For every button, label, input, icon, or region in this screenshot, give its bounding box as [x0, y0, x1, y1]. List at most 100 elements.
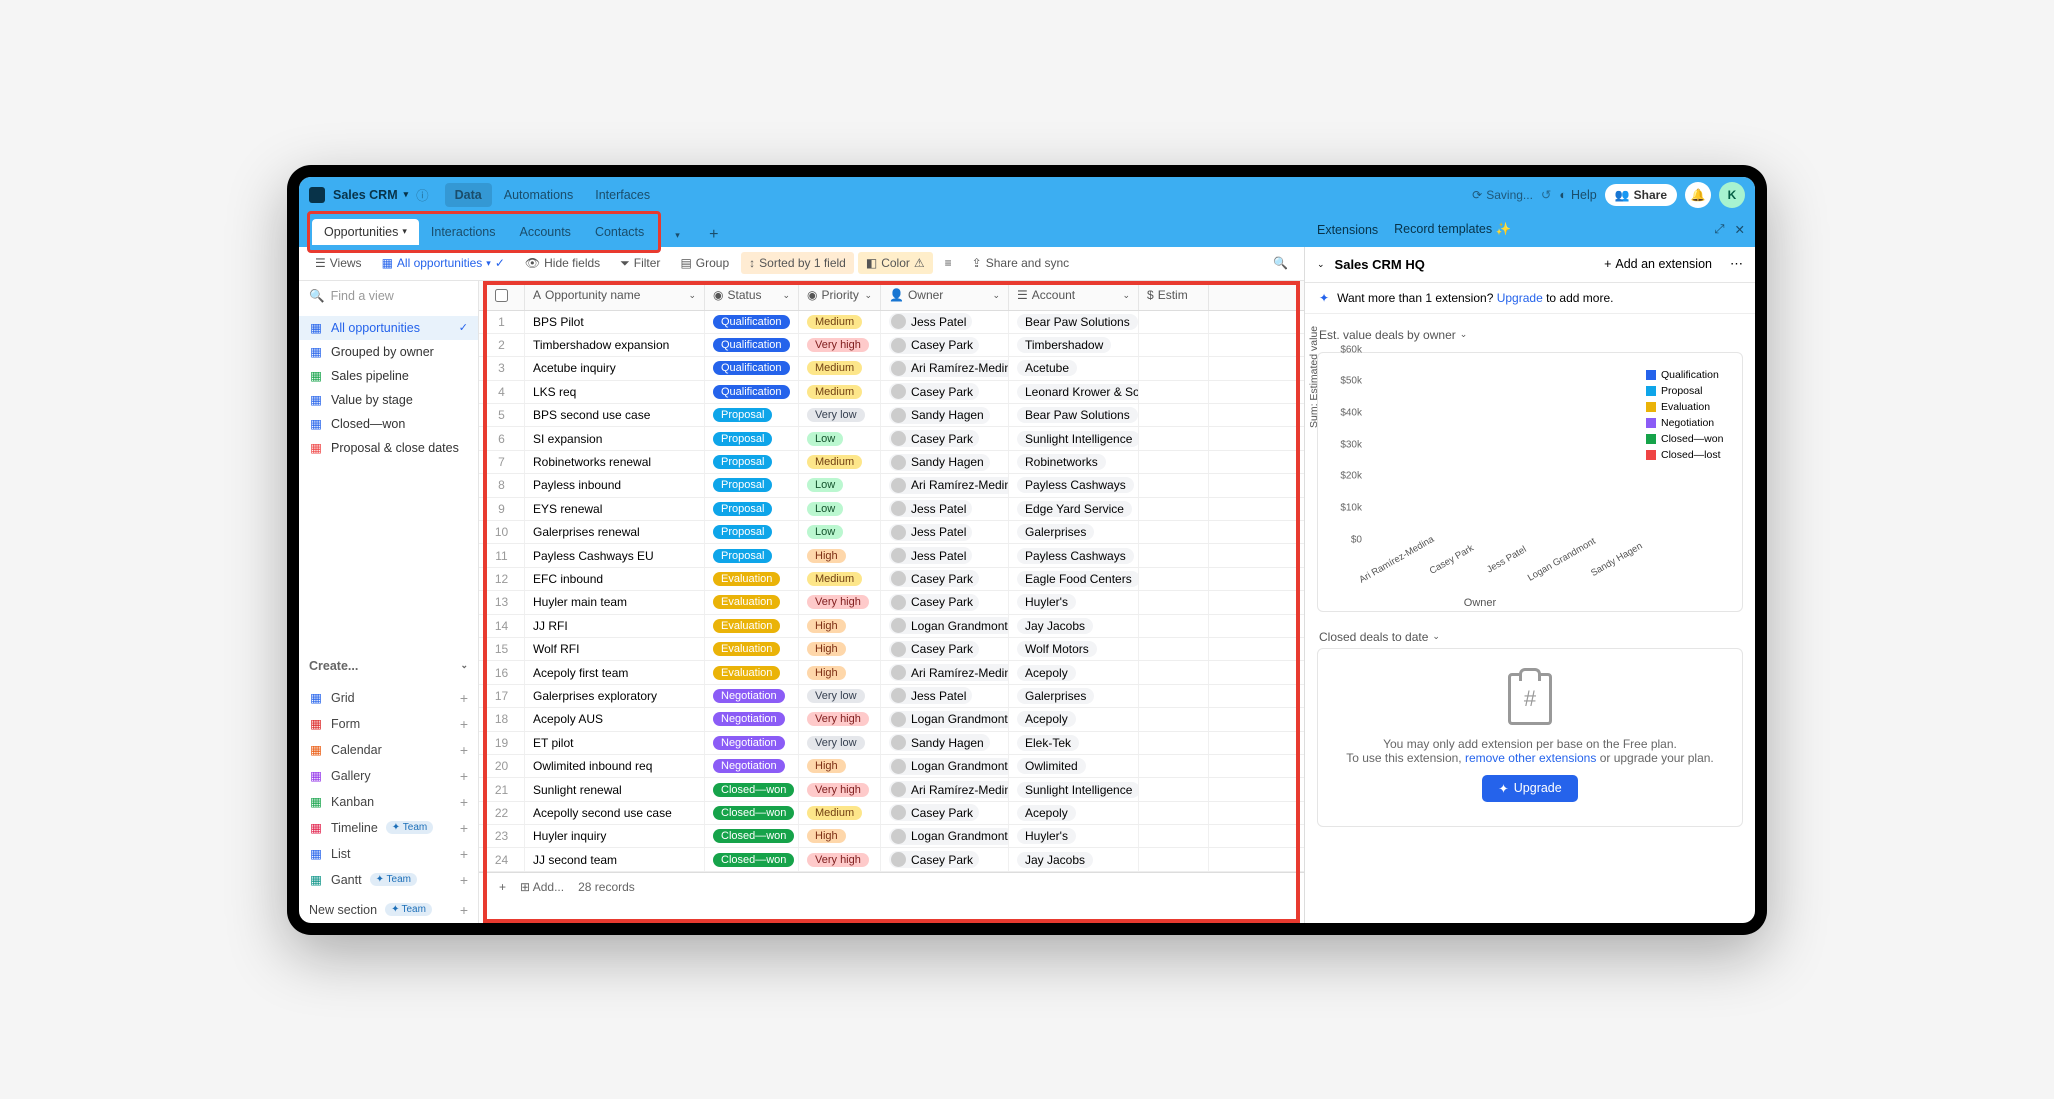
notifications-icon[interactable]: 🔔: [1685, 182, 1711, 208]
table-row[interactable]: 1 BPS Pilot Qualification Medium Jess Pa…: [479, 311, 1304, 334]
search-icon[interactable]: 🔍: [1265, 252, 1296, 274]
hide-fields[interactable]: 👁 Hide fields: [517, 252, 608, 274]
table-row[interactable]: 15 Wolf RFI Evaluation High Casey Park W…: [479, 638, 1304, 661]
col-account[interactable]: ☰ Account⌄: [1009, 281, 1139, 310]
ext-tab-templates[interactable]: Record templates ✨: [1394, 222, 1511, 237]
collapse-icon[interactable]: ⌄: [1317, 259, 1325, 270]
col-status[interactable]: ◉ Status⌄: [705, 281, 799, 310]
tab-opportunities[interactable]: Opportunities ▾: [312, 219, 419, 245]
nav-automations[interactable]: Automations: [494, 183, 583, 207]
share-sync[interactable]: ⇪ Share and sync: [964, 252, 1077, 274]
col-estimate[interactable]: $ Estim: [1139, 281, 1209, 310]
table-row[interactable]: 12 EFC inbound Evaluation Medium Casey P…: [479, 568, 1304, 591]
clipboard-icon: #: [1508, 673, 1552, 725]
create-list[interactable]: ▦List+: [299, 841, 478, 867]
avatar[interactable]: K: [1719, 182, 1745, 208]
app-icon: [309, 187, 325, 203]
closed-deals-title[interactable]: Closed deals to date ⌄: [1317, 626, 1743, 648]
table-row[interactable]: 17 Galerprises exploratory Negotiation V…: [479, 685, 1304, 708]
add-row-button[interactable]: +: [499, 880, 506, 894]
table-row[interactable]: 10 Galerprises renewal Proposal Low Jess…: [479, 521, 1304, 544]
y-axis-label: Sum: Estimated value: [1308, 325, 1320, 427]
group[interactable]: ▤ Group: [672, 252, 737, 274]
ext-tab-extensions[interactable]: Extensions: [1317, 223, 1378, 237]
table-row[interactable]: 4 LKS req Qualification Medium Casey Par…: [479, 381, 1304, 404]
table-row[interactable]: 9 EYS renewal Proposal Low Jess Patel Ed…: [479, 498, 1304, 521]
data-grid[interactable]: A Opportunity name ⌄ ◉ Status⌄ ◉ Priorit…: [479, 281, 1304, 923]
add-extension-button[interactable]: + Add an extension: [1604, 257, 1712, 271]
share-button[interactable]: 👥 Share: [1605, 184, 1677, 206]
tab-accounts[interactable]: Accounts: [508, 219, 583, 245]
checkbox-col[interactable]: [479, 281, 525, 310]
table-row[interactable]: 20 Owlimited inbound req Negotiation Hig…: [479, 755, 1304, 778]
views-menu[interactable]: ☰ Views: [307, 252, 370, 274]
nav-data[interactable]: Data: [445, 183, 492, 207]
tab-interactions[interactable]: Interactions: [419, 219, 508, 245]
table-row[interactable]: 22 Acepolly second use case Closed—won M…: [479, 802, 1304, 825]
table-row[interactable]: 16 Acepoly first team Evaluation High Ar…: [479, 661, 1304, 684]
table-row[interactable]: 14 JJ RFI Evaluation High Logan Grandmon…: [479, 615, 1304, 638]
create-form[interactable]: ▦Form+: [299, 711, 478, 737]
history-icon[interactable]: ↺: [1541, 187, 1551, 202]
current-view[interactable]: ▦ All opportunities ▾ ✓: [374, 252, 513, 274]
tab-overflow[interactable]: ▾: [663, 224, 692, 247]
upgrade-button[interactable]: ✦ Upgrade: [1482, 775, 1577, 802]
chart-section-title[interactable]: Est. value deals by owner ⌄: [1317, 324, 1743, 346]
help-button[interactable]: ◐ Help: [1559, 188, 1596, 202]
sort[interactable]: ↕ Sorted by 1 field: [741, 252, 854, 274]
info-icon[interactable]: ⓘ: [416, 185, 429, 204]
create-grid[interactable]: ▦Grid+: [299, 685, 478, 711]
create-section[interactable]: Create...⌄: [299, 651, 478, 681]
upgrade-link[interactable]: Upgrade: [1497, 291, 1543, 305]
table-row[interactable]: 8 Payless inbound Proposal Low Ari Ramír…: [479, 474, 1304, 497]
table-row[interactable]: 5 BPS second use case Proposal Very low …: [479, 404, 1304, 427]
col-owner[interactable]: 👤 Owner⌄: [881, 281, 1009, 310]
table-row[interactable]: 23 Huyler inquiry Closed—won High Logan …: [479, 825, 1304, 848]
close-icon[interactable]: ✕: [1735, 222, 1745, 237]
create-gallery[interactable]: ▦Gallery+: [299, 763, 478, 789]
col-name[interactable]: A Opportunity name ⌄: [525, 281, 705, 310]
table-row[interactable]: 21 Sunlight renewal Closed—won Very high…: [479, 778, 1304, 801]
view-item[interactable]: ▦Grouped by owner: [299, 340, 478, 364]
add-menu[interactable]: ⊞ Add...: [520, 880, 564, 894]
views-sidebar: 🔍 Find a view ▦All opportunities▦Grouped…: [299, 281, 479, 923]
filter[interactable]: ⏷ Filter: [612, 252, 668, 275]
new-section[interactable]: New section ✦ Team +: [299, 897, 478, 923]
empty-state: # You may only add extension per base on…: [1317, 648, 1743, 827]
table-tabs: Opportunities ▾ Interactions Accounts Co…: [299, 213, 1755, 247]
table-row[interactable]: 24 JJ second team Closed—won Very high C…: [479, 848, 1304, 871]
table-row[interactable]: 2 Timbershadow expansion Qualification V…: [479, 334, 1304, 357]
table-row[interactable]: 13 Huyler main team Evaluation Very high…: [479, 591, 1304, 614]
view-item[interactable]: ▦Proposal & close dates: [299, 436, 478, 460]
view-item[interactable]: ▦Value by stage: [299, 388, 478, 412]
view-item[interactable]: ▦Sales pipeline: [299, 364, 478, 388]
remove-extensions-link[interactable]: remove other extensions: [1465, 751, 1596, 765]
col-priority[interactable]: ◉ Priority⌄: [799, 281, 881, 310]
color[interactable]: ◧ Color ⚠: [858, 252, 933, 274]
ext-menu-icon[interactable]: ⋯: [1730, 256, 1743, 272]
record-count: 28 records: [578, 880, 635, 894]
table-row[interactable]: 18 Acepoly AUS Negotiation Very high Log…: [479, 708, 1304, 731]
row-height[interactable]: ≡: [937, 252, 960, 274]
add-table-button[interactable]: +: [702, 223, 726, 247]
table-row[interactable]: 6 SI expansion Proposal Low Casey Park S…: [479, 427, 1304, 450]
expand-icon[interactable]: ⤢: [1715, 222, 1725, 237]
view-item[interactable]: ▦Closed—won: [299, 412, 478, 436]
create-timeline[interactable]: ▦Timeline✦ Team+: [299, 815, 478, 841]
saving-status: ⟳ Saving...: [1472, 188, 1533, 202]
create-gantt[interactable]: ▦Gantt✦ Team+: [299, 867, 478, 893]
top-bar: Sales CRM ▾ ⓘ Data Automations Interface…: [299, 177, 1755, 213]
nav-interfaces[interactable]: Interfaces: [585, 183, 660, 207]
view-item[interactable]: ▦All opportunities: [299, 316, 478, 340]
tab-contacts[interactable]: Contacts: [583, 219, 656, 245]
sparkle-icon: ✦: [1319, 291, 1329, 305]
create-kanban[interactable]: ▦Kanban+: [299, 789, 478, 815]
table-row[interactable]: 19 ET pilot Negotiation Very low Sandy H…: [479, 732, 1304, 755]
app-title[interactable]: Sales CRM ▾: [333, 188, 408, 202]
table-row[interactable]: 3 Acetube inquiry Qualification Medium A…: [479, 357, 1304, 380]
table-row[interactable]: 7 Robinetworks renewal Proposal Medium S…: [479, 451, 1304, 474]
extensions-panel: ⌄ Sales CRM HQ + Add an extension ⋯ ✦ Wa…: [1305, 247, 1755, 923]
view-search[interactable]: 🔍 Find a view: [299, 281, 478, 312]
table-row[interactable]: 11 Payless Cashways EU Proposal High Jes…: [479, 544, 1304, 567]
create-calendar[interactable]: ▦Calendar+: [299, 737, 478, 763]
